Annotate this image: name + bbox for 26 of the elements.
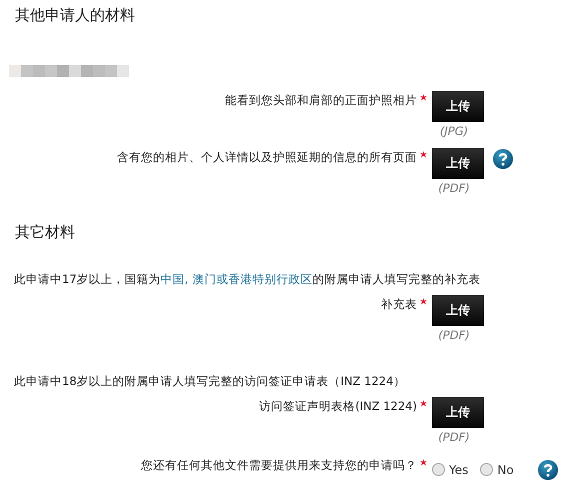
field-label: 访问签证声明表格(INZ 1224) [259, 399, 417, 414]
upload-button[interactable]: 上传 [432, 397, 484, 428]
field-label: 能看到您头部和肩部的正面护照相片 [225, 93, 417, 108]
section-heading: 其它材料 [15, 223, 76, 242]
question-label: 您还有任何其他文件需要提供用来支持您的申请吗？ [141, 458, 417, 473]
upload-button[interactable]: 上传 [432, 148, 484, 179]
field-label: 补充表 [381, 297, 417, 312]
upload-button[interactable]: 上传 [432, 295, 484, 326]
file-format-hint: (JPG) [440, 124, 468, 138]
radio-button[interactable] [480, 463, 494, 476]
instruction-text: 此申请中18岁以上的附属申请人填写完整的访问签证申请表（INZ 1224） [14, 374, 406, 388]
radio-label: Yes [449, 462, 468, 476]
file-format-hint: (PDF) [438, 430, 470, 444]
help-icon[interactable] [538, 460, 558, 480]
file-format-hint: (PDF) [438, 181, 470, 195]
link[interactable]: 澳门或香港特别行政区 [192, 272, 312, 286]
instruction-text: 的附属申请人填写完整的补充表 [312, 272, 480, 286]
help-icon[interactable] [493, 149, 513, 169]
radio-button[interactable] [432, 463, 445, 476]
upload-button[interactable]: 上传 [432, 91, 484, 122]
section-heading: 其他申请人的材料 [15, 6, 136, 25]
field-label: 含有您的相片、个人详情以及护照延期的信息的所有页面 [117, 150, 417, 165]
radio-label: No [497, 462, 514, 476]
file-format-hint: (PDF) [438, 328, 470, 342]
instruction-text: 此申请中17岁以上，国籍为 [14, 272, 161, 286]
link[interactable]: 中国, [160, 272, 188, 286]
